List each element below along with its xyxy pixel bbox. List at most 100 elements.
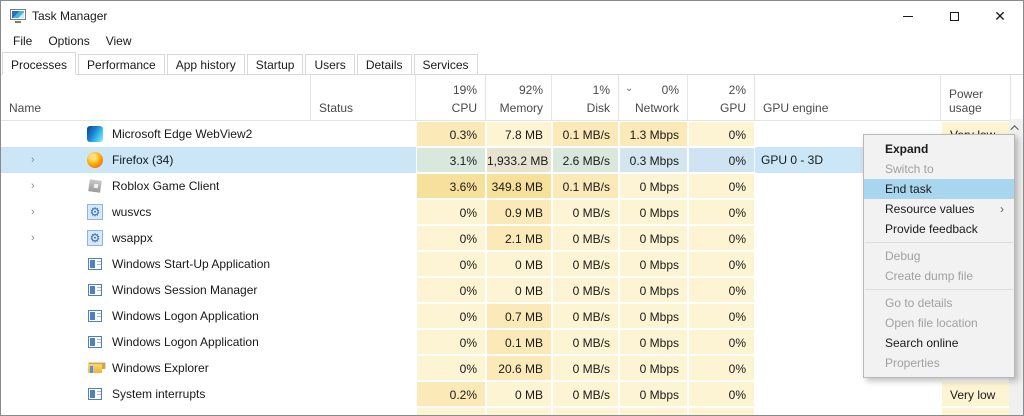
network-cell: 0 Mbps (619, 355, 688, 381)
disk-cell: 0 MB/s (552, 355, 619, 381)
status-cell (311, 225, 416, 251)
menu-item-search-online[interactable]: Search online (864, 333, 1014, 353)
tab-performance[interactable]: Performance (78, 54, 165, 74)
network-cell: 0 Mbps (619, 225, 688, 251)
menu-item-expand[interactable]: Expand (864, 139, 1014, 159)
menu-file[interactable]: File (5, 32, 40, 50)
cpu-cell: 3.1% (416, 147, 486, 173)
network-cell: 0 Mbps (619, 173, 688, 199)
memory-cell: 20.6 MB (486, 355, 552, 381)
close-icon: ✕ (994, 9, 1006, 23)
expand-chevron-icon[interactable]: › (31, 173, 43, 199)
network-cell: 0 Mbps (619, 251, 688, 277)
task-manager-icon (10, 9, 26, 23)
window-title: Task Manager (32, 9, 107, 23)
tab-strip: Processes Performance App history Startu… (1, 51, 1023, 75)
disk-cell: 0 MB/s (552, 277, 619, 303)
network-cell: 0 Mbps (619, 303, 688, 329)
gpu-cell: 0% (688, 277, 755, 303)
tab-processes[interactable]: Processes (2, 52, 76, 75)
process-name: Firefox (34) (112, 147, 173, 173)
disk-cell: 0 MB/s (552, 225, 619, 251)
gpu-cell: 0% (688, 225, 755, 251)
chevron-down-icon[interactable]: ⌄ (625, 83, 633, 94)
network-cell: 0.3 Mbps (619, 147, 688, 173)
process-name: wusvcs (112, 199, 151, 225)
status-cell (311, 407, 416, 416)
gear-icon: ⚙ (87, 204, 103, 220)
gpu-cell: 0% (688, 199, 755, 225)
tab-details[interactable]: Details (357, 54, 412, 74)
process-name: Roblox Game Client (112, 173, 219, 199)
gpu-cell: 0% (688, 381, 755, 407)
status-cell (311, 121, 416, 147)
column-header-network[interactable]: ⌄ 0% Network (619, 75, 688, 120)
gpu-cell: 0% (688, 329, 755, 355)
gpu-cell: 0% (688, 173, 755, 199)
disk-cell: 0 MB/s (552, 329, 619, 355)
menu-item-end-task[interactable]: End task (864, 179, 1014, 199)
expand-chevron-icon[interactable]: › (31, 199, 43, 225)
table-row[interactable]: › System interrupts 0.2% 0 MB 0 MB/s 0 M… (1, 381, 1023, 407)
table-row[interactable]: › (1, 407, 1023, 416)
window-icon (87, 334, 103, 350)
window-icon (87, 386, 103, 402)
memory-cell: 0 MB (486, 381, 552, 407)
title-bar: Task Manager ✕ (1, 1, 1023, 31)
process-name: Windows Session Manager (112, 277, 257, 303)
submenu-arrow-icon: › (1000, 199, 1004, 219)
process-name: System interrupts (112, 381, 205, 407)
column-header-name[interactable]: Name (1, 75, 311, 120)
column-header-power-usage[interactable]: Power usage (941, 75, 1011, 120)
cpu-cell: 0% (416, 251, 486, 277)
status-cell (311, 329, 416, 355)
column-header-cpu[interactable]: 19% CPU (416, 75, 486, 120)
gpu-cell: 0% (688, 251, 755, 277)
status-cell (311, 277, 416, 303)
disk-cell: 0 MB/s (552, 251, 619, 277)
status-cell (311, 251, 416, 277)
minimize-icon (903, 16, 913, 17)
tab-app-history[interactable]: App history (167, 54, 245, 74)
menu-separator (865, 289, 1013, 290)
disk-cell: 2.6 MB/s (552, 147, 619, 173)
memory-cell: 0.9 MB (486, 199, 552, 225)
close-button[interactable]: ✕ (977, 1, 1023, 31)
tab-startup[interactable]: Startup (247, 54, 304, 74)
process-name: Windows Start-Up Application (112, 251, 270, 277)
tab-users[interactable]: Users (305, 54, 354, 74)
roblox-icon (87, 178, 103, 194)
tab-services[interactable]: Services (414, 54, 478, 74)
cpu-cell: 0% (416, 355, 486, 381)
network-cell: 0 Mbps (619, 199, 688, 225)
status-cell (311, 173, 416, 199)
column-header-disk[interactable]: 1% Disk (552, 75, 619, 120)
task-manager-window: Task Manager ✕ File Options View Process… (0, 0, 1024, 416)
disk-cell: 0 MB/s (552, 199, 619, 225)
scroll-up-arrow-icon (1010, 125, 1018, 133)
column-header-gpu-engine[interactable]: GPU engine (755, 75, 941, 120)
power-usage-cell (941, 407, 1011, 416)
cpu-cell: 3.6% (416, 173, 486, 199)
menu-item-debug: Debug (864, 246, 1014, 266)
status-cell (311, 303, 416, 329)
menu-options[interactable]: Options (40, 32, 97, 50)
menu-view[interactable]: View (98, 32, 140, 50)
disk-cell (552, 407, 619, 416)
menu-item-go-to-details: Go to details (864, 293, 1014, 313)
firefox-icon (87, 152, 103, 168)
menu-item-provide-feedback[interactable]: Provide feedback (864, 219, 1014, 239)
expand-chevron-icon[interactable]: › (31, 147, 43, 173)
process-name: Microsoft Edge WebView2 (112, 121, 252, 147)
maximize-button[interactable] (931, 1, 977, 31)
column-header-gpu[interactable]: 2% GPU (688, 75, 755, 120)
column-header-status[interactable]: Status (311, 75, 416, 120)
cpu-cell: 0% (416, 225, 486, 251)
expand-chevron-icon[interactable]: › (31, 225, 43, 251)
column-header-memory[interactable]: 92% Memory (486, 75, 552, 120)
minimize-button[interactable] (885, 1, 931, 31)
process-name: wsappx (112, 225, 153, 251)
menu-item-resource-values[interactable]: Resource values› (864, 199, 1014, 219)
cpu-cell: 0% (416, 303, 486, 329)
network-cell (619, 407, 688, 416)
